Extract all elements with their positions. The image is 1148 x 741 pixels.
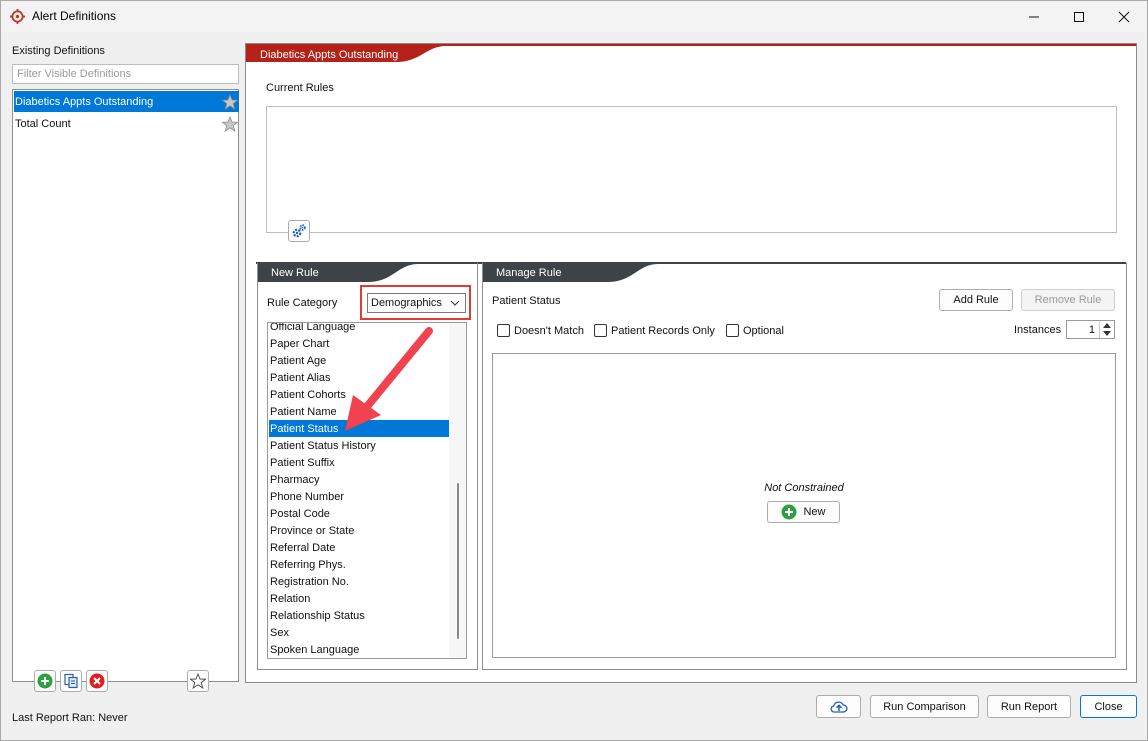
patient-records-only-label: Patient Records Only [611, 324, 715, 337]
minimize-icon [1029, 16, 1039, 17]
optional-label: Optional [743, 324, 784, 337]
rule-category-select[interactable]: Demographics [367, 293, 466, 313]
doesnt-match-label: Doesn't Match [514, 324, 584, 337]
rule-category-label: Rule Category [267, 297, 338, 309]
upload-button[interactable] [816, 695, 861, 718]
current-rules-label: Current Rules [266, 82, 334, 94]
instances-label: Instances [1014, 324, 1062, 336]
rule-category-item[interactable]: Spoken Language [269, 641, 449, 658]
definition-item[interactable]: Diabetics Appts Outstanding [14, 91, 239, 112]
existing-definitions-heading: Existing Definitions [12, 45, 105, 57]
annotation-arrow [345, 327, 433, 431]
rule-category-item[interactable]: Relationship Status [269, 607, 449, 624]
rule-category-item[interactable]: Sex [269, 624, 449, 641]
selected-rule-name: Patient Status [492, 295, 561, 307]
not-constrained-label: Not Constrained [764, 482, 844, 494]
definition-title: Diabetics Appts Outstanding [260, 49, 399, 61]
rule-category-item[interactable]: Registration No. [269, 573, 449, 590]
close-button[interactable]: Close [1080, 695, 1137, 718]
checkbox-box[interactable] [497, 324, 510, 337]
copy-icon [64, 673, 78, 689]
chevron-down-icon [450, 300, 460, 306]
stepper-buttons [1099, 321, 1114, 338]
gears-icon [292, 224, 306, 238]
minimize-button[interactable] [1011, 1, 1057, 32]
star-icon[interactable] [222, 116, 238, 132]
window-title: Alert Definitions [32, 9, 117, 23]
definition-item[interactable]: Total Count [14, 113, 239, 134]
maximize-icon [1074, 11, 1084, 22]
last-report-status: Last Report Ran: Never [12, 712, 128, 724]
delete-definition-button[interactable] [86, 670, 108, 692]
target-icon [10, 9, 25, 24]
instances-stepper[interactable]: 1 [1066, 320, 1115, 339]
title-bar: Alert Definitions [1, 1, 1147, 32]
definitions-list: Diabetics Appts Outstanding Total Count [12, 89, 239, 682]
run-report-button[interactable]: Run Report [987, 695, 1071, 718]
maximize-button[interactable] [1056, 1, 1102, 32]
rule-settings-button[interactable] [288, 220, 310, 242]
rule-category-item[interactable]: Relation [269, 590, 449, 607]
instances-value: 1 [1088, 324, 1095, 336]
cloud-upload-icon [830, 700, 847, 713]
new-constraint-button[interactable]: New [767, 501, 840, 523]
plus-circle-icon [37, 673, 53, 689]
checkbox-box[interactable] [594, 324, 607, 337]
x-circle-icon [89, 673, 105, 689]
rule-category-item[interactable]: Phone Number [269, 488, 449, 505]
alert-definitions-window: Alert Definitions Existing Definitions F… [0, 0, 1148, 741]
patient-records-only-checkbox[interactable]: Patient Records Only [594, 324, 715, 337]
new-button-label: New [803, 506, 826, 518]
rule-category-item[interactable]: Pharmacy [269, 471, 449, 488]
current-rules-box[interactable] [266, 106, 1117, 233]
doesnt-match-checkbox[interactable]: Doesn't Match [497, 324, 584, 337]
filter-definitions-input[interactable]: Filter Visible Definitions [12, 64, 239, 84]
definition-label: Diabetics Appts Outstanding [15, 96, 154, 108]
star-icon [190, 673, 206, 689]
rule-category-item[interactable]: Postal Code [269, 505, 449, 522]
rule-category-item[interactable]: Province or State [269, 522, 449, 539]
close-icon [1118, 11, 1130, 22]
run-comparison-button[interactable]: Run Comparison [870, 695, 979, 718]
add-definition-button[interactable] [34, 670, 56, 692]
favorite-button[interactable] [187, 670, 209, 692]
plus-circle-icon [781, 504, 797, 520]
optional-checkbox[interactable]: Optional [726, 324, 784, 337]
remove-rule-button[interactable]: Remove Rule [1021, 289, 1115, 311]
rule-category-item[interactable]: Patient Suffix [269, 454, 449, 471]
add-rule-button[interactable]: Add Rule [939, 289, 1013, 311]
chevron-up-icon[interactable] [1103, 323, 1111, 328]
rule-list-scroll-thumb[interactable] [457, 483, 459, 639]
rule-category-item[interactable]: Referral Date [269, 539, 449, 556]
close-window-button[interactable] [1101, 1, 1147, 32]
checkbox-box[interactable] [726, 324, 739, 337]
star-icon[interactable] [222, 94, 238, 110]
rule-category-value: Demographics [371, 297, 442, 309]
rule-category-item[interactable]: Patient Status History [269, 437, 449, 454]
definition-label: Total Count [15, 118, 71, 130]
chevron-down-icon[interactable] [1103, 331, 1111, 336]
copy-definition-button[interactable] [60, 670, 82, 692]
rule-category-item[interactable]: Referring Phys. [269, 556, 449, 573]
